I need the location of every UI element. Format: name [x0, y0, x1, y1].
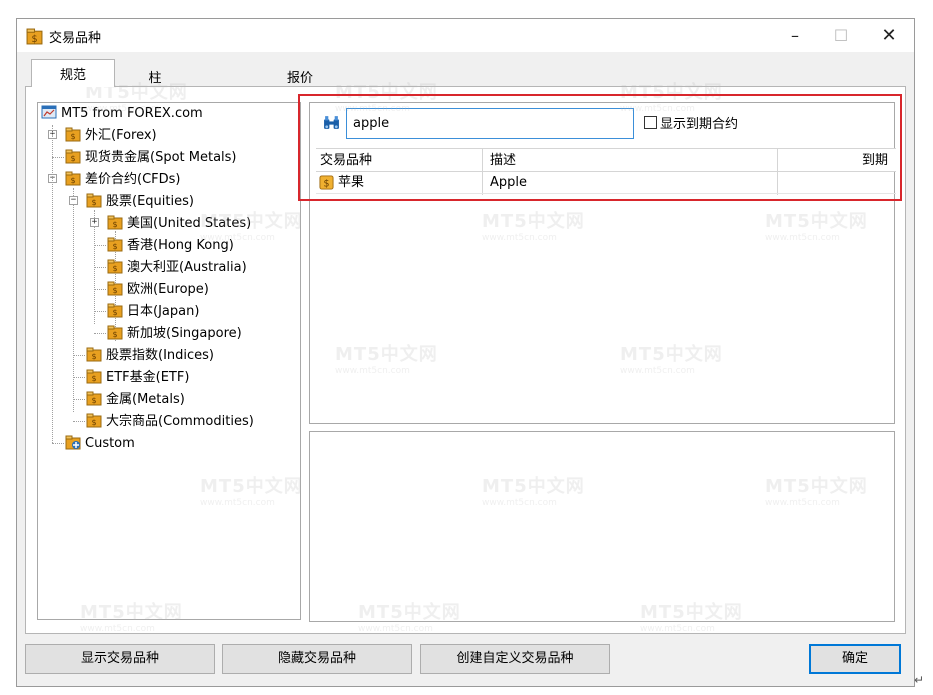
- hide-symbol-button[interactable]: 隐藏交易品种: [222, 644, 412, 674]
- svg-text:$: $: [91, 198, 96, 207]
- show-symbol-button[interactable]: 显示交易品种: [25, 644, 215, 674]
- tree-item-label: 差价合约(CFDs): [85, 172, 181, 187]
- tab-bars[interactable]: 柱: [115, 63, 195, 87]
- tree-item-forex[interactable]: $ 外汇(Forex): [65, 125, 157, 146]
- column-header-description[interactable]: 描述: [490, 149, 516, 172]
- tree-item-japan[interactable]: $ 日本(Japan): [107, 301, 199, 322]
- symbol-tree[interactable]: MT5 from FOREX.com + $ 外汇(Forex) $ 现货贵金属(S…: [37, 102, 301, 620]
- svg-text:$: $: [112, 220, 117, 229]
- show-expired-label: 显示到期合约: [660, 117, 739, 132]
- folder-icon: $: [65, 149, 81, 164]
- svg-text:$: $: [70, 176, 75, 185]
- svg-text:$: $: [31, 34, 37, 45]
- folder-icon: $: [86, 369, 102, 384]
- tree-item-etf[interactable]: $ ETF基金(ETF): [86, 367, 189, 388]
- tree-item-metals[interactable]: $ 金属(Metals): [86, 389, 185, 410]
- tree-item-indices[interactable]: $ 股票指数(Indices): [86, 345, 214, 366]
- folder-icon: $: [107, 303, 123, 318]
- tree-item-label: Custom: [85, 436, 135, 451]
- folder-icon: $: [86, 193, 102, 208]
- folder-icon: $: [65, 127, 81, 142]
- tree-item-equities[interactable]: $ 股票(Equities): [86, 191, 194, 212]
- tree-item-label: 美国(United States): [127, 216, 252, 231]
- folder-icon: $: [107, 215, 123, 230]
- svg-text:$: $: [70, 154, 75, 163]
- tab-strip: 规范 柱 报价: [25, 59, 905, 87]
- folder-icon: $: [86, 413, 102, 428]
- tree-root-label: MT5 from FOREX.com: [61, 106, 203, 121]
- svg-text:$: $: [112, 308, 117, 317]
- tree-item-label: 新加坡(Singapore): [127, 326, 242, 341]
- binoculars-icon[interactable]: [323, 114, 340, 131]
- svg-text:$: $: [91, 396, 96, 405]
- table-row[interactable]: $ 苹果 Apple: [316, 172, 896, 194]
- tree-item-label: 股票(Equities): [106, 194, 194, 209]
- tree-item-label: 日本(Japan): [127, 304, 200, 319]
- tree-item-label: 外汇(Forex): [85, 128, 157, 143]
- tree-item-label: 现货贵金属(Spot Metals): [85, 150, 237, 165]
- symbols-app-icon: $: [26, 28, 43, 45]
- folder-icon: $: [86, 391, 102, 406]
- minimize-button[interactable]: –: [772, 19, 818, 52]
- tree-item-label: 金属(Metals): [106, 392, 185, 407]
- svg-text:$: $: [324, 178, 330, 189]
- tab-spec[interactable]: 规范: [31, 59, 115, 87]
- tree-item-custom[interactable]: Custom: [65, 433, 135, 454]
- close-button[interactable]: ✕: [866, 19, 912, 52]
- tree-item-commodities[interactable]: $ 大宗商品(Commodities): [86, 411, 254, 432]
- column-header-expiry[interactable]: 到期: [862, 149, 888, 172]
- svg-text:$: $: [112, 264, 117, 273]
- title-bar: $ 交易品种 – ☐ ✕: [17, 19, 914, 52]
- maximize-button[interactable]: ☐: [818, 19, 864, 52]
- custom-folder-icon: [65, 435, 81, 450]
- server-icon: [41, 105, 57, 119]
- svg-text:$: $: [91, 352, 96, 361]
- tree-item-label: 澳大利亚(Australia): [127, 260, 247, 275]
- properties-panel: [309, 431, 895, 622]
- tree-item-cfds[interactable]: $ 差价合约(CFDs): [65, 169, 180, 190]
- tree-item-spot-metals[interactable]: $ 现货贵金属(Spot Metals): [65, 147, 237, 168]
- tree-item-label: 香港(Hong Kong): [127, 238, 234, 253]
- search-panel: 显示到期合约 交易品种 描述 到期 $ 苹果 Apple: [309, 102, 896, 424]
- svg-text:$: $: [112, 330, 117, 339]
- svg-text:$: $: [91, 418, 96, 427]
- tab-panel: MT5 from FOREX.com + $ 外汇(Forex) $ 现货贵金属(S…: [25, 86, 906, 634]
- ok-button[interactable]: 确定: [809, 644, 901, 674]
- tree-item-europe[interactable]: $ 欧洲(Europe): [107, 279, 209, 300]
- tab-quotes[interactable]: 报价: [195, 63, 375, 87]
- folder-icon: $: [107, 259, 123, 274]
- cell-description: Apple: [490, 175, 528, 190]
- column-header-symbol[interactable]: 交易品种: [320, 149, 372, 172]
- search-input[interactable]: [346, 108, 634, 139]
- tree-item-label: 欧洲(Europe): [127, 282, 209, 297]
- tree-item-singapore[interactable]: $ 新加坡(Singapore): [107, 323, 242, 344]
- svg-text:$: $: [70, 132, 75, 141]
- symbols-dialog: $ 交易品种 – ☐ ✕ 规范 柱 报价 MT5 from FOREX.com …: [16, 18, 915, 687]
- tree-item-label: 大宗商品(Commodities): [106, 414, 254, 429]
- tree-item-label: 股票指数(Indices): [106, 348, 214, 363]
- cell-symbol: 苹果: [338, 175, 365, 190]
- folder-icon: $: [107, 325, 123, 340]
- folder-icon: $: [86, 347, 102, 362]
- symbol-icon: $: [319, 175, 334, 198]
- tree-item-label: ETF基金(ETF): [106, 370, 190, 385]
- tree-item-australia[interactable]: $ 澳大利亚(Australia): [107, 257, 247, 278]
- folder-icon: $: [107, 281, 123, 296]
- window-title: 交易品种: [49, 31, 102, 46]
- return-mark-icon: ↵: [914, 673, 925, 687]
- tree-item-hong-kong[interactable]: $ 香港(Hong Kong): [107, 235, 234, 256]
- tree-root[interactable]: MT5 from FOREX.com: [41, 103, 203, 124]
- folder-icon: $: [65, 171, 81, 186]
- svg-text:$: $: [112, 242, 117, 251]
- collapse-equities[interactable]: −: [69, 196, 78, 205]
- results-header: 交易品种 描述 到期: [316, 148, 896, 172]
- create-custom-symbol-button[interactable]: 创建自定义交易品种: [420, 644, 610, 674]
- show-expired-checkbox[interactable]: [644, 116, 657, 129]
- tree-item-united-states[interactable]: $ 美国(United States): [107, 213, 251, 234]
- svg-text:$: $: [91, 374, 96, 383]
- folder-icon: $: [107, 237, 123, 252]
- expand-united-states[interactable]: +: [90, 218, 99, 227]
- svg-text:$: $: [112, 286, 117, 295]
